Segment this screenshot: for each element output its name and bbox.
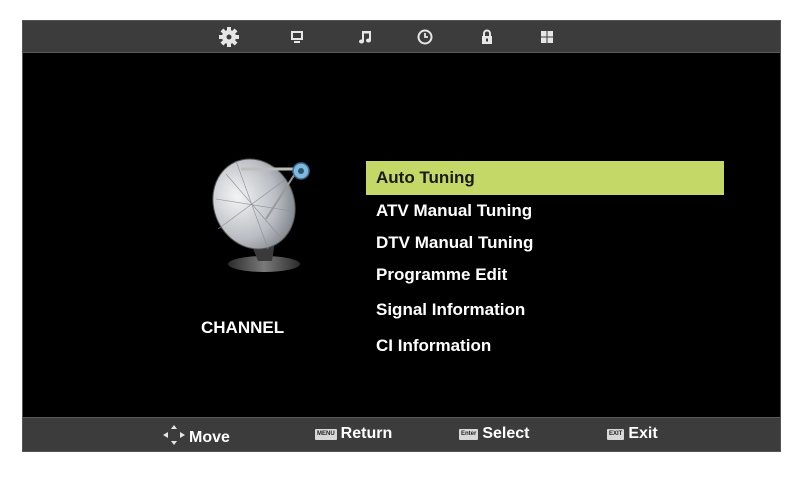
menu-item-signal-information[interactable]: Signal Information: [366, 294, 724, 326]
music-note-icon[interactable]: [354, 26, 376, 48]
move-hint-label: Move: [189, 428, 230, 446]
satellite-dish-icon: [206, 149, 316, 274]
channel-menu: Auto Tuning ATV Manual Tuning DTV Manual…: [366, 161, 724, 362]
select-hint-label: Select: [482, 425, 530, 442]
category-label: CHANNEL: [201, 318, 285, 337]
clock-icon[interactable]: [414, 26, 436, 48]
menu-item-atv-manual-tuning[interactable]: ATV Manual Tuning: [366, 195, 724, 227]
monitor-icon[interactable]: [286, 26, 308, 48]
menu-content: CHANNEL Auto Tuning ATV Manual Tuning DT…: [23, 52, 780, 418]
menu-key-icon: MENU: [315, 428, 337, 440]
menu-item-auto-tuning[interactable]: Auto Tuning: [366, 161, 724, 195]
move-hint: Move: [163, 425, 230, 450]
menu-item-dtv-manual-tuning[interactable]: DTV Manual Tuning: [366, 227, 724, 259]
dpad-arrows-icon: [163, 425, 185, 450]
exit-hint: EXIT Exit: [607, 425, 658, 443]
return-hint-label: Return: [340, 425, 393, 442]
menu-tab-bar: [23, 21, 780, 53]
menu-item-programme-edit[interactable]: Programme Edit: [366, 259, 724, 291]
footer-hint-bar: Move MENU Return Enter Select EXIT Exit: [23, 417, 780, 451]
select-hint: Enter Select: [459, 425, 529, 443]
exit-hint-label: Exit: [628, 425, 658, 442]
gear-icon[interactable]: [218, 26, 240, 48]
lock-icon[interactable]: [476, 26, 498, 48]
tv-menu-screen: CHANNEL Auto Tuning ATV Manual Tuning DT…: [22, 20, 781, 452]
return-hint: MENU Return: [315, 425, 392, 443]
exit-key-icon: EXIT: [607, 428, 625, 440]
menu-item-ci-information[interactable]: CI Information: [366, 330, 724, 362]
grid-icon[interactable]: [536, 26, 558, 48]
enter-key-icon: Enter: [459, 428, 479, 440]
